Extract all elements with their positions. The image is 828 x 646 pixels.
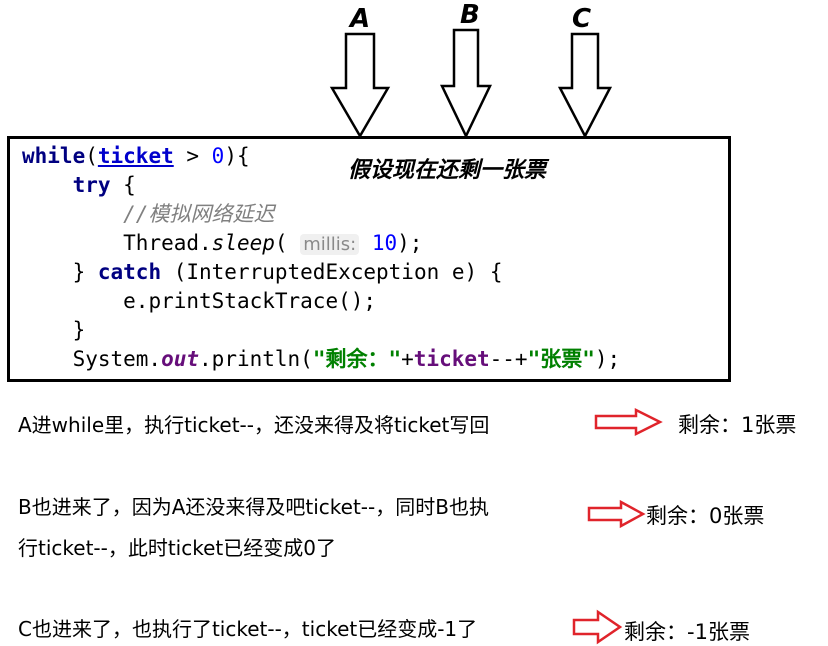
thread-prefix: Thread. — [123, 231, 212, 255]
zero-literal: 0 — [211, 144, 225, 168]
step-1-right-arrow-icon — [594, 407, 663, 437]
sleep-value: 10 — [371, 231, 398, 255]
step-2-text-line-1: B也进来了，因为A还没来得及吧ticket--，同时B也执 — [18, 495, 489, 519]
code-line-trace: e.printStackTrace(); — [22, 291, 376, 312]
code-line-catch: } catch (InterruptedException e) { — [22, 260, 503, 284]
plus-operator: + — [401, 347, 414, 371]
thread-c-label: C — [572, 4, 592, 34]
try-keyword: try — [72, 173, 111, 197]
thread-a-down-arrow-icon — [329, 32, 391, 139]
ticket-field-print: ticket — [413, 347, 490, 371]
while-keyword: while — [22, 144, 86, 168]
try-brace: { — [110, 173, 136, 197]
thread-a-label: A — [350, 4, 371, 34]
code-line-comment: //模拟网络延迟 — [22, 204, 274, 225]
millis-param-hint: millis: — [300, 234, 360, 255]
sleep-paren-open: ( — [274, 231, 301, 255]
ticket-field: ticket — [97, 144, 174, 168]
step-3-result: 剩余：-1张票 — [624, 620, 750, 644]
code-line-while: while(ticket > 0){ — [22, 144, 250, 168]
code-line-close: } — [22, 318, 86, 342]
thread-b-down-arrow-icon — [440, 28, 492, 139]
step-3-text: C也进来了，也执行了ticket--，ticket已经变成-1了 — [18, 617, 478, 641]
catch-close-brace: } — [72, 260, 98, 284]
comment-text: //模拟网络延迟 — [123, 202, 275, 226]
thread-c-down-arrow-icon — [557, 32, 613, 139]
thread-b-label: B — [460, 0, 480, 30]
condition-operator: > — [173, 144, 212, 168]
step-1-text: A进while里，执行ticket--，还没来得及将ticket写回 — [18, 413, 490, 437]
condition-close: ){ — [224, 144, 250, 168]
println-close: ); — [594, 347, 621, 371]
remaining-note: 假设现在还剩一张票 — [348, 158, 547, 183]
catch-keyword: catch — [97, 260, 162, 284]
out-field: out — [161, 347, 200, 371]
code-line-sleep: Thread.sleep( millis: 10); — [22, 231, 423, 255]
catch-rest: (InterruptedException e) { — [161, 260, 503, 284]
code-line-println: System.out.println("剩余："+ticket--+"张票"); — [22, 347, 621, 371]
step-2-text-line-2: 行ticket--，此时ticket已经变成0了 — [18, 536, 336, 560]
string-remain: "剩余：" — [312, 347, 402, 371]
step-2-right-arrow-icon — [587, 499, 646, 529]
println-open: .println( — [199, 347, 313, 371]
system-prefix: System. — [72, 347, 162, 371]
string-ticket: "张票" — [527, 347, 595, 371]
sleep-paren-close: ); — [397, 231, 423, 255]
sleep-method: sleep — [211, 231, 275, 255]
decrement-operator: --+ — [489, 347, 528, 371]
step-3-right-arrow-icon — [572, 609, 623, 645]
step-2-result: 剩余：0张票 — [646, 504, 765, 528]
close-brace: } — [72, 318, 86, 342]
code-line-try: try { — [22, 175, 136, 196]
step-1-result: 剩余：1张票 — [678, 413, 797, 437]
print-stack-trace: e.printStackTrace(); — [123, 289, 377, 313]
